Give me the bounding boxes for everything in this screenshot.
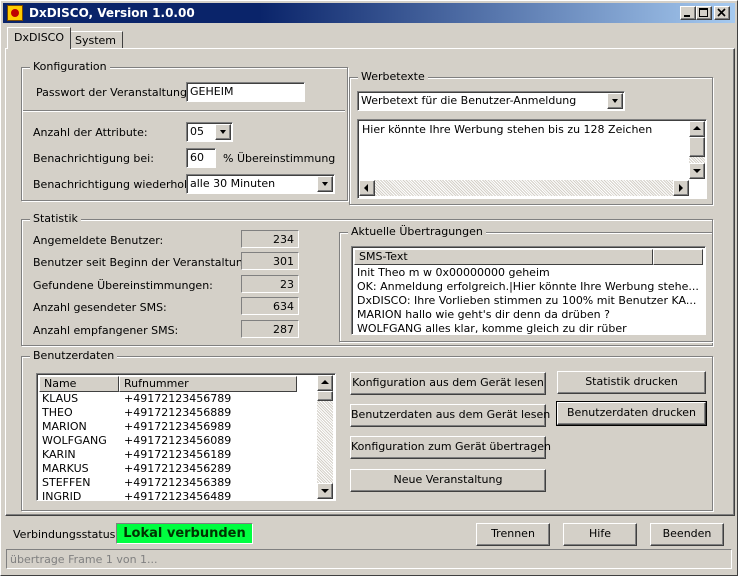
scroll-up-icon[interactable] bbox=[317, 375, 333, 391]
close-button[interactable] bbox=[714, 6, 730, 20]
table-row-number[interactable]: +49172123456189 bbox=[124, 448, 231, 462]
title-bar[interactable]: DxDISCO, Version 1.0.00 bbox=[3, 3, 735, 23]
table-row-number[interactable]: +49172123456289 bbox=[124, 462, 231, 476]
scroll-thumb[interactable] bbox=[689, 137, 705, 157]
repeat-label: Benachrichtigung wiederholen: bbox=[33, 178, 205, 191]
app-icon bbox=[7, 5, 23, 21]
werbetexte-legend: Werbetexte bbox=[358, 70, 428, 83]
werbetext-select[interactable]: Werbetext für die Benutzer-Anmeldung bbox=[357, 91, 625, 111]
scroll-thumb[interactable] bbox=[317, 391, 333, 401]
sms-list[interactable]: SMS-Text Init Theo m w 0x00000000 geheim… bbox=[351, 246, 706, 335]
list-item[interactable]: OK: Anmeldung erfolgreich.|Hier könnte I… bbox=[357, 280, 699, 294]
table-row-name[interactable]: WOLFGANG bbox=[42, 434, 107, 448]
new-event-button[interactable]: Neue Veranstaltung bbox=[350, 469, 546, 492]
close-icon bbox=[717, 8, 726, 17]
konfiguration-divider bbox=[23, 110, 345, 112]
list-item[interactable]: MARION hallo wie geht's dir denn da drüb… bbox=[357, 308, 610, 322]
table-row-name[interactable]: MARKUS bbox=[42, 462, 89, 476]
minimize-icon bbox=[684, 15, 690, 17]
read-config-button[interactable]: Konfiguration aus dem Gerät lesen bbox=[350, 372, 546, 395]
konfiguration-legend: Konfiguration bbox=[30, 60, 110, 73]
minimize-button[interactable] bbox=[680, 6, 696, 20]
attributes-label: Anzahl der Attribute: bbox=[33, 126, 148, 139]
notify-percent-field[interactable]: 60 bbox=[186, 148, 216, 168]
notify-unit: % Übereinstimmung bbox=[223, 152, 336, 165]
stat-label-matches: Gefundene Übereinstimmungen: bbox=[33, 279, 213, 292]
statistik-legend: Statistik bbox=[30, 212, 81, 225]
table-row-number[interactable]: +49172123456489 bbox=[124, 490, 231, 500]
list-item[interactable]: DxDISCO: Ihre Vorlieben stimmen zu 100% … bbox=[357, 294, 696, 308]
table-row-number[interactable]: +49172123456989 bbox=[124, 420, 231, 434]
table-row-name[interactable]: STEFFEN bbox=[42, 476, 91, 490]
benutzerdaten-legend: Benutzerdaten bbox=[30, 349, 118, 362]
stat-label-sent-sms: Anzahl gesendeter SMS: bbox=[33, 301, 167, 314]
help-button[interactable]: Hife bbox=[563, 523, 637, 546]
scroll-down-icon[interactable] bbox=[317, 483, 333, 499]
stat-label-logged-in: Angemeldete Benutzer: bbox=[33, 234, 164, 247]
connection-status-label: Verbindungsstatus: bbox=[13, 528, 120, 541]
scroll-down-icon[interactable] bbox=[689, 163, 705, 179]
user-table[interactable]: Name Rufnummer KLAUS +49172123456789 THE… bbox=[36, 373, 336, 501]
print-statistics-button[interactable]: Statistik drucken bbox=[557, 371, 706, 394]
scroll-up-icon[interactable] bbox=[689, 121, 705, 137]
attributes-select[interactable]: 05 bbox=[186, 122, 233, 142]
stat-value-received-sms: 287 bbox=[241, 320, 299, 338]
notify-label: Benachrichtigung bei: bbox=[33, 152, 154, 165]
stat-value-sent-sms: 634 bbox=[241, 297, 299, 315]
main-window: DxDISCO, Version 1.0.00 DxDISCO System K… bbox=[0, 0, 738, 576]
list-item[interactable]: WOLFGANG alles klar, komme gleich zu dir… bbox=[357, 322, 627, 334]
scroll-right-icon[interactable] bbox=[673, 180, 689, 196]
table-row-number[interactable]: +49172123456089 bbox=[124, 434, 231, 448]
stat-label-received-sms: Anzahl empfangener SMS: bbox=[33, 324, 179, 337]
werbetext-content: Hier könnte Ihre Werbung stehen bis zu 1… bbox=[362, 123, 653, 136]
stat-label-since-start: Benutzer seit Beginn der Veranstaltung: bbox=[33, 256, 254, 269]
password-field[interactable]: GEHEIM bbox=[186, 82, 305, 102]
sms-extra-column-header[interactable] bbox=[653, 249, 703, 265]
maximize-button[interactable] bbox=[696, 6, 712, 20]
write-config-button[interactable]: Konfiguration zum Gerät übertragen bbox=[350, 436, 551, 459]
chevron-down-icon[interactable] bbox=[317, 176, 333, 192]
werbetext-vscroll[interactable] bbox=[689, 121, 705, 179]
print-users-button[interactable]: Benutzerdaten drucken bbox=[556, 401, 707, 426]
repeat-select[interactable]: alle 30 Minuten bbox=[186, 174, 335, 194]
number-column-header[interactable]: Rufnummer bbox=[119, 376, 297, 392]
disconnect-button[interactable]: Trennen bbox=[476, 523, 550, 546]
table-row-name[interactable]: KARIN bbox=[42, 448, 76, 462]
maximize-icon bbox=[699, 8, 708, 17]
werbetext-hscroll[interactable] bbox=[359, 180, 689, 196]
uebertragungen-legend: Aktuelle Übertragungen bbox=[348, 225, 486, 238]
chevron-down-icon[interactable] bbox=[215, 124, 231, 140]
tab-dxdisco[interactable]: DxDISCO bbox=[7, 27, 72, 49]
table-row-number[interactable]: +49172123456389 bbox=[124, 476, 231, 490]
user-table-vscroll[interactable] bbox=[317, 375, 333, 499]
tab-system[interactable]: System bbox=[68, 31, 124, 49]
window-title: DxDISCO, Version 1.0.00 bbox=[29, 6, 195, 20]
name-column-header[interactable]: Name bbox=[39, 376, 119, 392]
scroll-left-icon[interactable] bbox=[359, 180, 375, 196]
status-bar: übertrage Frame 1 von 1... bbox=[6, 549, 732, 569]
chevron-down-icon[interactable] bbox=[607, 93, 623, 109]
sms-text-column-header[interactable]: SMS-Text bbox=[354, 249, 653, 265]
stat-value-since-start: 301 bbox=[241, 252, 299, 270]
exit-button[interactable]: Beenden bbox=[650, 523, 724, 546]
read-users-button[interactable]: Benutzerdaten aus dem Gerät lesen bbox=[350, 404, 550, 427]
table-row-name[interactable]: MARION bbox=[42, 420, 87, 434]
status-bar-text: übertrage Frame 1 von 1... bbox=[10, 553, 158, 566]
stat-value-logged-in: 234 bbox=[241, 230, 299, 248]
table-row-name[interactable]: INGRID bbox=[42, 490, 81, 500]
list-item[interactable]: Init Theo m w 0x00000000 geheim bbox=[357, 266, 550, 280]
connection-status-badge: Lokal verbunden bbox=[116, 523, 253, 544]
table-row-number[interactable]: +49172123456889 bbox=[124, 406, 231, 420]
table-row-name[interactable]: THEO bbox=[42, 406, 73, 420]
stat-value-matches: 23 bbox=[241, 275, 299, 293]
table-row-number[interactable]: +49172123456789 bbox=[124, 392, 231, 406]
table-row-name[interactable]: KLAUS bbox=[42, 392, 78, 406]
password-label: Passwort der Veranstaltung: bbox=[36, 86, 191, 99]
